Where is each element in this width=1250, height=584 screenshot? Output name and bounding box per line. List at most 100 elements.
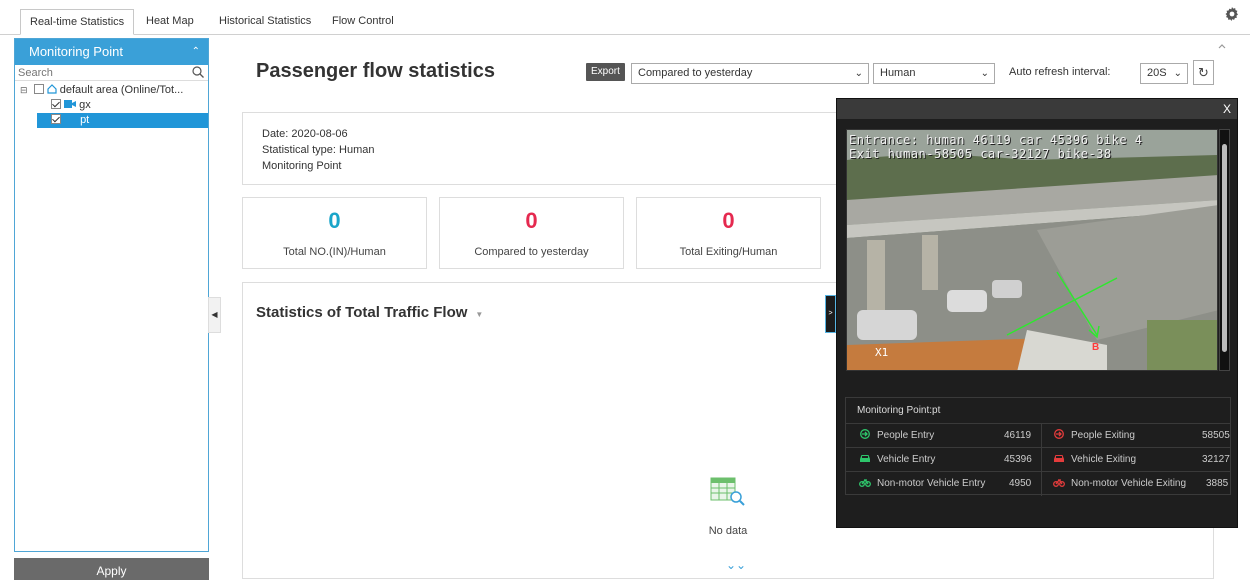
people-exiting-value: 58505 — [1202, 430, 1230, 441]
search-icon[interactable] — [192, 66, 204, 78]
tab-flow-control[interactable]: Flow Control — [323, 9, 403, 35]
bike-icon — [1053, 473, 1065, 487]
search-input[interactable] — [15, 65, 185, 80]
refresh-interval-value: 20S — [1147, 67, 1167, 79]
monitoring-point-header[interactable]: Monitoring Point ⌃ — [15, 39, 208, 65]
car-icon — [1053, 449, 1065, 462]
close-icon[interactable]: X — [1223, 101, 1231, 117]
people-entry-label: People Entry — [877, 430, 935, 441]
traffic-flow-title-text: Statistics of Total Traffic Flow — [256, 304, 468, 321]
type-select-value: Human — [880, 67, 916, 79]
checkbox[interactable] — [51, 99, 61, 109]
tab-real-time-statistics[interactable]: Real-time Statistics — [20, 9, 135, 35]
monitoring-point-label: Monitoring Point:pt — [846, 398, 1230, 424]
osd-exit-text: Exit human-58505 car-32127 bike-38 — [849, 147, 1112, 161]
export-button[interactable]: Export — [586, 63, 625, 81]
monitoring-point-title: Monitoring Point — [29, 44, 123, 59]
osd-b-label: B — [1092, 342, 1100, 353]
no-data-table-icon — [709, 476, 749, 506]
divider — [1041, 472, 1042, 496]
gear-icon[interactable] — [1224, 6, 1240, 22]
expand-popup-tab[interactable]: > — [825, 295, 836, 333]
compare-select[interactable]: Compared to yesterday ⌄ — [631, 63, 869, 84]
people-entry-cell: People Entry — [859, 424, 934, 448]
info-statistical-type: Statistical type: Human — [262, 144, 375, 156]
stats-row-non-motor: Non-motor Vehicle Entry 4950 Non-motor V… — [846, 472, 1230, 496]
checkbox[interactable] — [51, 114, 61, 124]
popup-header: X — [837, 99, 1237, 119]
divider — [1041, 448, 1042, 472]
chevron-down-icon: ⌄ — [854, 68, 863, 79]
stat-label: Total Exiting/Human — [679, 246, 778, 258]
osd-x1-label: X1 — [875, 346, 889, 359]
stat-label: Compared to yesterday — [474, 246, 589, 258]
camera-video-feed[interactable]: Entrance: human 46119 car 45396 bike 4 E… — [846, 129, 1218, 371]
stat-card-total-in: 0 Total NO.(IN)/Human — [242, 197, 427, 269]
top-tab-bar: Real-time Statistics Heat Map Historical… — [0, 0, 1250, 35]
tab-heat-map[interactable]: Heat Map — [137, 9, 203, 35]
people-exiting-cell: People Exiting — [1053, 424, 1135, 448]
collapse-sidebar-handle[interactable]: ◀ — [208, 297, 221, 333]
vehicle-entry-cell: Vehicle Entry — [859, 448, 935, 472]
video-scrollbar[interactable] — [1219, 129, 1230, 371]
chevron-up-icon[interactable]: ⌃ — [192, 39, 200, 65]
live-view-popup: X Entrance: human 46119 car 45396 bike 4… — [836, 98, 1238, 528]
non-motor-entry-cell: Non-motor Vehicle Entry — [859, 472, 985, 496]
monitoring-point-stats-table: Monitoring Point:pt People Entry 46119 P… — [845, 397, 1231, 496]
info-monitoring-point: Monitoring Point — [262, 160, 342, 172]
non-motor-entry-label: Non-motor Vehicle Entry — [877, 478, 986, 489]
refresh-interval-label: Auto refresh interval: — [1009, 66, 1111, 78]
type-select[interactable]: Human ⌄ — [873, 63, 995, 84]
people-exiting-label: People Exiting — [1071, 430, 1135, 441]
non-motor-entry-value: 4950 — [1009, 478, 1032, 489]
chevron-down-icon: ⌄ — [1173, 68, 1182, 79]
refresh-interval-select[interactable]: 20S ⌄ — [1140, 63, 1188, 84]
tree-node-label: gx — [79, 99, 91, 111]
dropdown-caret-icon[interactable]: ▼ — [475, 310, 483, 319]
tree-node-label: default area (Online/Tot... — [59, 84, 184, 96]
checkbox[interactable] — [33, 84, 44, 94]
tree-node-default-area[interactable]: ⊟ default area (Online/Tot... — [15, 83, 208, 98]
monitoring-point-panel: Monitoring Point ⌃ ⊟ default area (Onlin… — [14, 38, 209, 552]
info-date: Date: 2020-08-06 — [262, 128, 348, 140]
collapse-toggle-icon[interactable]: ⊟ — [20, 85, 28, 95]
non-motor-exiting-value: 3885 — [1206, 478, 1229, 489]
search-bar — [15, 65, 208, 81]
osd-entrance-text: Entrance: human 46119 car 45396 bike 4 — [849, 133, 1143, 147]
tree-node-label: pt — [80, 114, 90, 126]
non-motor-exiting-cell: Non-motor Vehicle Exiting — [1053, 472, 1186, 496]
stat-value: 0 — [328, 208, 341, 233]
vehicle-entry-value: 45396 — [1004, 454, 1032, 465]
compare-select-value: Compared to yesterday — [638, 67, 753, 79]
tab-historical-statistics[interactable]: Historical Statistics — [210, 9, 320, 35]
vehicle-exiting-cell: Vehicle Exiting — [1053, 448, 1136, 472]
scroll-up-icon[interactable] — [1216, 40, 1228, 70]
device-tree: ⊟ default area (Online/Tot... gx pt — [15, 83, 208, 128]
refresh-icon: ↻ — [1198, 65, 1209, 80]
bike-icon — [859, 473, 871, 487]
stat-card-compared: 0 Compared to yesterday — [439, 197, 624, 269]
vehicle-exiting-value: 32127 — [1202, 454, 1230, 465]
car-icon — [859, 449, 871, 462]
apply-button[interactable]: Apply — [14, 558, 209, 580]
divider — [1041, 424, 1042, 448]
people-entry-value: 46119 — [1004, 430, 1032, 441]
vehicle-entry-label: Vehicle Entry — [877, 454, 936, 465]
scrollbar-thumb[interactable] — [1222, 144, 1227, 352]
double-chevron-down-icon[interactable]: ⌄⌄ — [726, 558, 746, 572]
tree-node-pt[interactable]: pt — [37, 113, 208, 128]
stats-row-people: People Entry 46119 People Exiting 58505 — [846, 424, 1230, 448]
camera-icon — [64, 98, 77, 108]
stat-value: 0 — [722, 208, 735, 233]
tree-node-gx[interactable]: gx — [15, 98, 208, 113]
traffic-flow-title[interactable]: Statistics of Total Traffic Flow ▼ — [256, 304, 483, 321]
refresh-button[interactable]: ↻ — [1193, 60, 1214, 85]
home-icon — [47, 84, 57, 94]
chevron-down-icon: ⌄ — [980, 68, 989, 79]
stat-value: 0 — [525, 208, 538, 233]
info-card: Date: 2020-08-06 Statistical type: Human… — [242, 112, 842, 185]
stat-card-total-exiting: 0 Total Exiting/Human — [636, 197, 821, 269]
entry-arrow-icon — [859, 425, 871, 439]
page-title: Passenger flow statistics — [256, 60, 495, 82]
stat-label: Total NO.(IN)/Human — [283, 246, 386, 258]
